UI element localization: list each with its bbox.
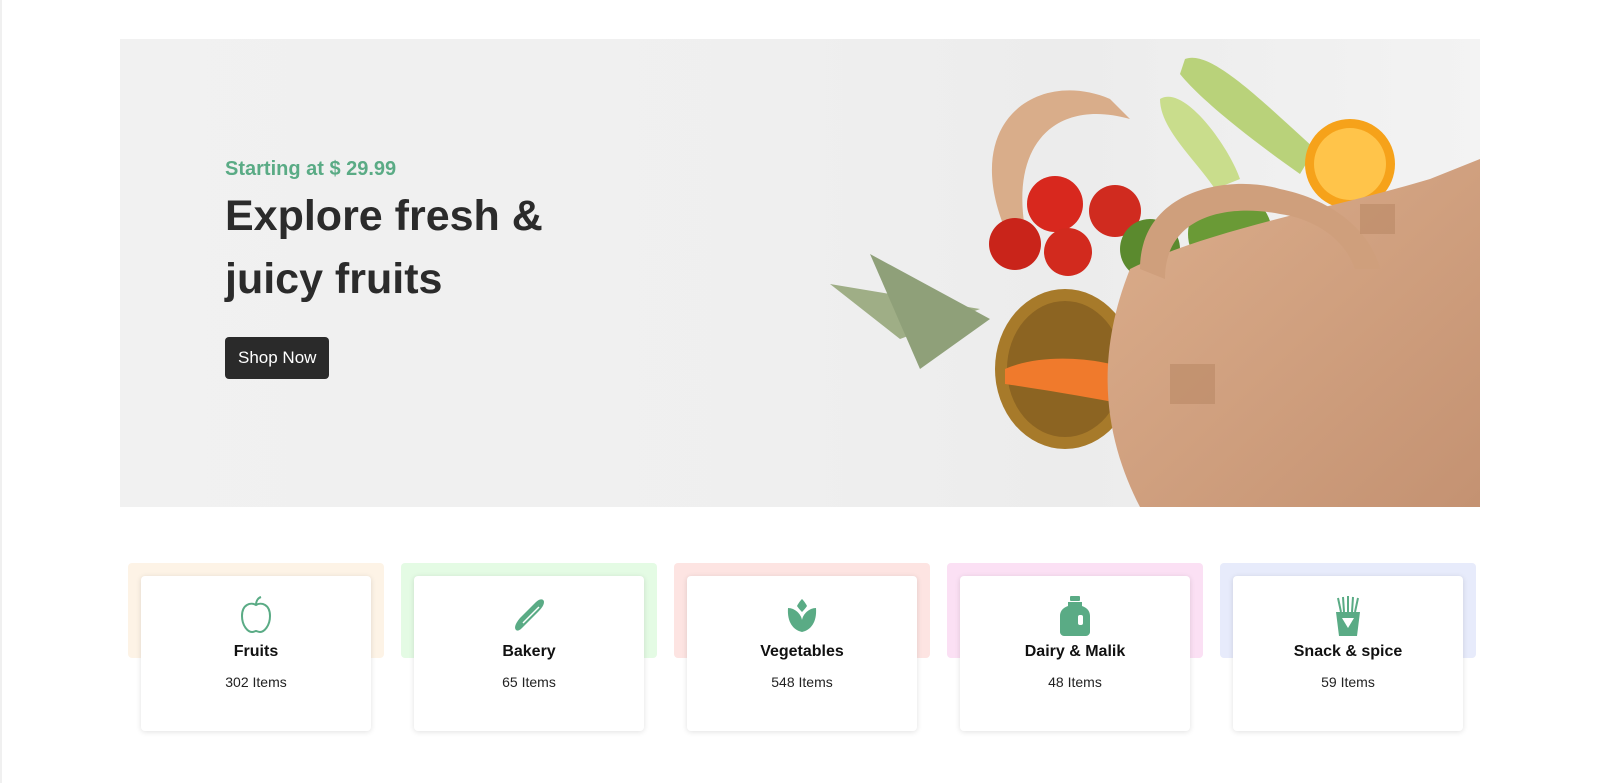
category-card-dairy[interactable]: Dairy & Malik 48 Items [960,576,1190,731]
category-card-vegetables[interactable]: Vegetables 548 Items [687,576,917,731]
milk-jug-icon [1060,596,1090,636]
category-dairy: Dairy & Malik 48 Items [947,563,1203,733]
category-count: 59 Items [1321,674,1375,690]
category-name: Bakery [502,643,556,660]
category-card-bakery[interactable]: Bakery 65 Items [414,576,644,731]
hero-title: Explore fresh & juicy fruits [225,192,543,303]
hero-banner: Starting at $ 29.99 Explore fresh & juic… [120,39,1480,507]
hero-text: Starting at $ 29.99 Explore fresh & juic… [225,157,745,379]
category-bakery: Bakery 65 Items [401,563,657,733]
category-name: Fruits [233,643,279,660]
category-name: Dairy & Malik [1024,643,1126,660]
category-name: Vegetables [760,643,844,660]
category-name: Snack & spice [1293,643,1403,660]
apple-icon [240,596,272,634]
category-snack: Snack & spice 59 Items [1220,563,1476,733]
category-list: Fruits 302 Items Bakery 65 Items Vegetab… [128,563,1478,738]
category-card-fruits[interactable]: Fruits 302 Items [141,576,371,731]
category-card-snack[interactable]: Snack & spice 59 Items [1233,576,1463,731]
category-count: 48 Items [1048,674,1102,690]
category-vegetables: Vegetables 548 Items [674,563,930,733]
category-fruits: Fruits 302 Items [128,563,384,733]
hero-subtitle: Starting at $ 29.99 [225,158,397,180]
category-count: 65 Items [502,674,556,690]
category-count: 548 Items [771,674,833,690]
category-count: 302 Items [225,674,287,690]
grocery-bag-image [830,57,1480,507]
fries-icon [1336,596,1360,636]
page-edge [0,0,2,783]
shop-now-button[interactable]: Shop Now [225,337,330,379]
leaf-icon [787,599,817,632]
baguette-icon [515,599,544,631]
